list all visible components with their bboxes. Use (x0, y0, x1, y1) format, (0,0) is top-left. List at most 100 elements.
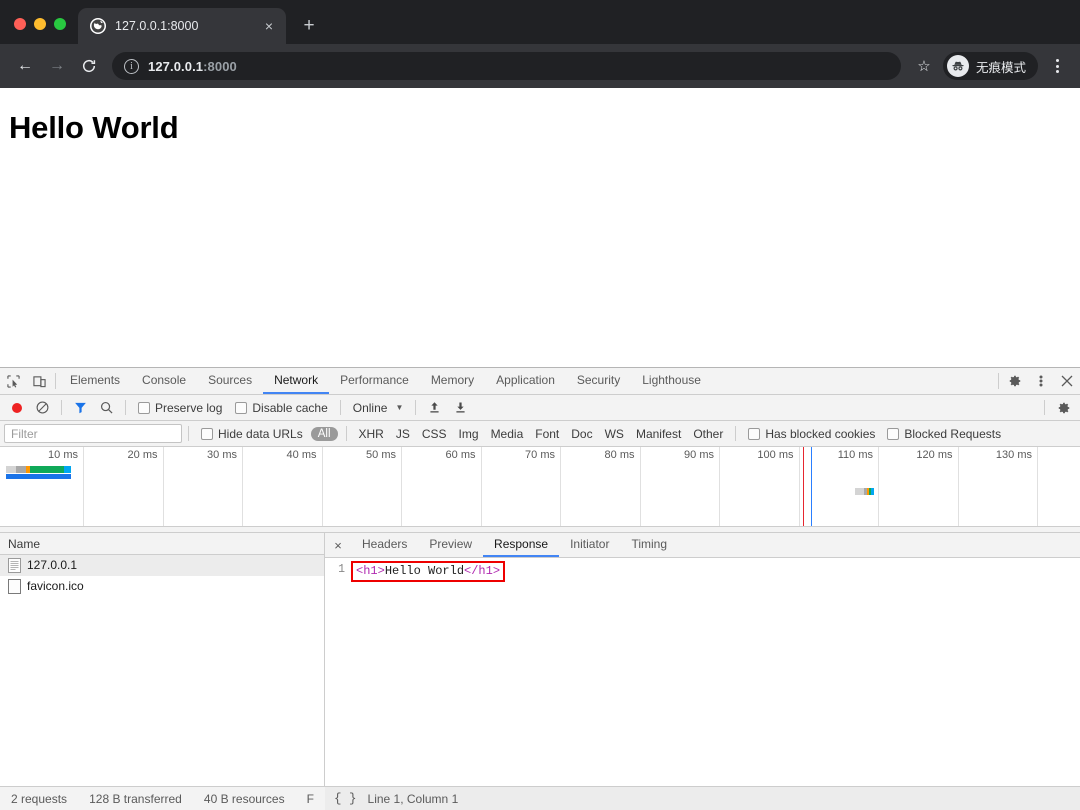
record-button[interactable] (4, 396, 29, 420)
import-har-icon[interactable] (422, 396, 447, 420)
filter-type-img[interactable]: Img (453, 427, 485, 441)
browser-tab[interactable]: 127.0.0.1:8000 × (78, 8, 286, 44)
maximize-window-button[interactable] (54, 18, 66, 30)
reload-icon[interactable] (74, 51, 104, 81)
network-filter-bar: Filter Hide data URLs All XHR JS CSS Img… (0, 421, 1080, 447)
divider (339, 400, 341, 415)
divider (1044, 400, 1045, 415)
devtools-status-bar: 2 requests 128 B transferred 40 B resour… (0, 786, 1080, 810)
overview-footer-strip (0, 526, 1080, 532)
tab-response[interactable]: Response (483, 533, 560, 557)
tab-headers[interactable]: Headers (351, 533, 418, 557)
status-resources: 40 B resources (203, 791, 285, 806)
checkbox-box (887, 427, 900, 440)
close-tag: </h1> (464, 564, 501, 578)
table-row[interactable]: 127.0.0.1 (0, 555, 324, 576)
network-settings-gear-icon[interactable] (1051, 396, 1076, 420)
divider (125, 400, 126, 415)
new-tab-button[interactable]: + (294, 11, 324, 41)
overview-request-bars (0, 447, 1080, 526)
filter-type-xhr[interactable]: XHR (353, 427, 390, 441)
response-body[interactable]: 1 <h1>Hello World</h1> (325, 558, 1080, 786)
filter-type-media[interactable]: Media (485, 427, 530, 441)
has-blocked-cookies-label: Has blocked cookies (765, 426, 876, 441)
settings-gear-icon[interactable] (1002, 368, 1028, 394)
overview-bar-underline (6, 474, 72, 479)
status-finish-truncated: F (306, 791, 315, 806)
tab-memory[interactable]: Memory (420, 368, 485, 394)
tab-lighthouse[interactable]: Lighthouse (631, 368, 712, 394)
network-overview[interactable]: 10 ms 20 ms 30 ms 40 ms 50 ms 60 ms 70 ms 80 ms… (0, 447, 1080, 533)
column-header-name: Name (8, 536, 41, 551)
divider (998, 373, 999, 389)
tab-elements[interactable]: Elements (59, 368, 131, 394)
request-name: 127.0.0.1 (27, 558, 78, 572)
editor-status: { } Line 1, Column 1 (325, 787, 1080, 810)
tab-timing[interactable]: Timing (620, 533, 678, 557)
site-info-icon[interactable]: i (124, 58, 139, 74)
throttling-select[interactable]: Online ▼ (347, 401, 410, 415)
generic-file-icon (8, 578, 21, 594)
devtools-more-menu-icon[interactable] (1028, 368, 1054, 394)
filter-type-font[interactable]: Font (529, 427, 565, 441)
filter-type-manifest[interactable]: Manifest (630, 427, 687, 441)
filter-type-ws[interactable]: WS (599, 427, 630, 441)
devtools-panel: Elements Console Sources Network Perform… (0, 367, 1080, 810)
address-bar[interactable]: i 127.0.0.1:8000 (112, 52, 901, 80)
filter-type-other[interactable]: Other (687, 427, 729, 441)
pretty-print-icon[interactable]: { } (334, 792, 357, 806)
filter-type-js[interactable]: JS (390, 427, 416, 441)
close-icon[interactable]: × (260, 17, 278, 35)
response-code-line[interactable]: <h1>Hello World</h1> (351, 561, 506, 582)
filter-button[interactable] (68, 396, 93, 420)
incognito-indicator[interactable]: 无痕模式 (942, 52, 1038, 80)
tab-initiator[interactable]: Initiator (559, 533, 620, 557)
blocked-requests-checkbox[interactable]: Blocked Requests (881, 427, 1007, 441)
checkbox-box (138, 401, 150, 414)
inspect-element-icon[interactable] (0, 368, 26, 394)
tab-preview[interactable]: Preview (418, 533, 483, 557)
table-row[interactable]: favicon.ico (0, 576, 324, 597)
minimize-window-button[interactable] (34, 18, 46, 30)
close-devtools-icon[interactable] (1054, 368, 1080, 394)
disable-cache-label: Disable cache (252, 400, 328, 415)
forward-icon[interactable]: → (42, 51, 72, 81)
divider (61, 400, 62, 415)
divider (735, 426, 737, 441)
hide-data-urls-label: Hide data URLs (218, 426, 303, 441)
page-viewport: Hello World (0, 88, 1080, 367)
request-list: Name 127.0.0.1 favicon.ico (0, 533, 325, 786)
overview-request-bar (6, 466, 72, 473)
disable-cache-checkbox[interactable]: Disable cache (229, 401, 333, 415)
tab-sources[interactable]: Sources (197, 368, 263, 394)
tab-application[interactable]: Application (485, 368, 566, 394)
filter-input[interactable]: Filter (4, 424, 182, 443)
tab-network[interactable]: Network (263, 368, 330, 394)
export-har-icon[interactable] (448, 396, 473, 420)
overview-event-line-dom-content-loaded (803, 447, 805, 526)
tab-console[interactable]: Console (131, 368, 197, 394)
browser-menu-icon[interactable] (1044, 59, 1070, 73)
back-icon[interactable]: ← (10, 51, 40, 81)
overview-bar-segment (64, 466, 72, 473)
clear-button[interactable] (30, 396, 55, 420)
tab-performance[interactable]: Performance (329, 368, 420, 394)
close-detail-icon[interactable]: × (325, 533, 351, 557)
checkbox-box (201, 427, 213, 440)
response-code-area[interactable]: <h1>Hello World</h1> (351, 561, 1080, 786)
tab-security[interactable]: Security (566, 368, 631, 394)
has-blocked-cookies-checkbox[interactable]: Has blocked cookies (742, 427, 881, 441)
filter-type-css[interactable]: CSS (416, 427, 453, 441)
bookmark-star-icon[interactable]: ☆ (911, 57, 937, 75)
address-bar-url: 127.0.0.1:8000 (148, 59, 237, 74)
close-window-button[interactable] (14, 18, 26, 30)
toggle-device-toolbar-icon[interactable] (26, 368, 52, 394)
request-list-header[interactable]: Name (0, 533, 324, 555)
filter-type-doc[interactable]: Doc (565, 427, 598, 441)
preserve-log-checkbox[interactable]: Preserve log (132, 401, 228, 415)
hide-data-urls-checkbox[interactable]: Hide data URLs (195, 427, 309, 441)
filter-type-all[interactable]: All (310, 426, 338, 441)
request-rows: 127.0.0.1 favicon.ico (0, 555, 324, 786)
search-button[interactable] (94, 396, 119, 420)
page-title: Hello World (9, 110, 179, 145)
